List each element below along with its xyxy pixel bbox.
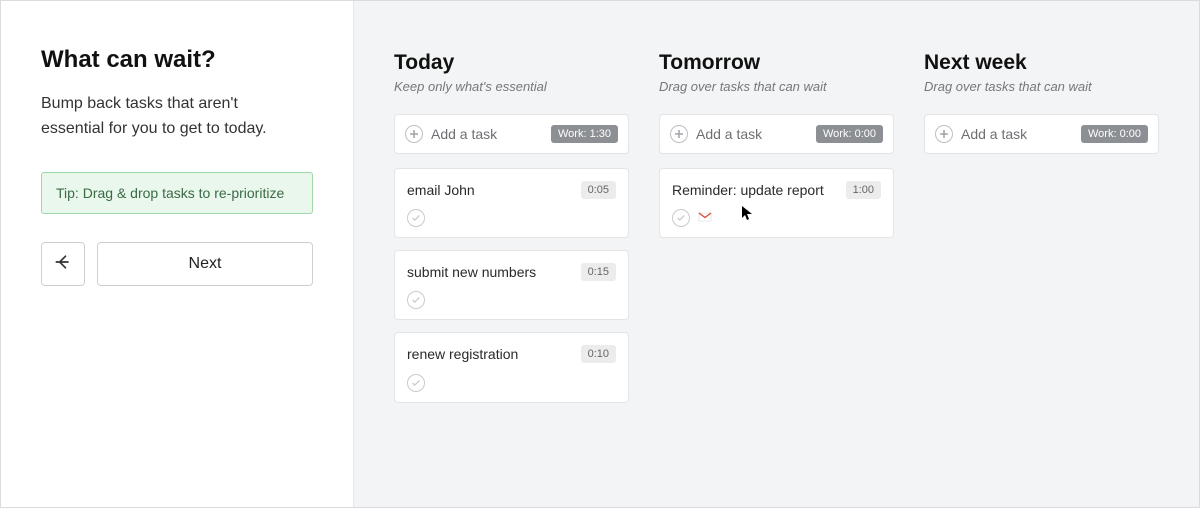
arrow-left-icon <box>53 252 73 275</box>
back-button[interactable] <box>41 242 85 286</box>
work-total-badge: Work: 0:00 <box>816 125 883 143</box>
nav-row: Next <box>41 242 313 286</box>
column-today: Today Keep only what's essential Add a t… <box>394 51 629 507</box>
add-task-row[interactable]: Add a task Work: 1:30 <box>394 114 629 154</box>
page-subtitle: Bump back tasks that aren't essential fo… <box>41 92 301 142</box>
columns-area: Today Keep only what's essential Add a t… <box>354 1 1199 507</box>
task-list: Reminder: update report 1:00 <box>659 168 894 250</box>
plus-circle-icon <box>405 125 423 143</box>
plus-circle-icon <box>670 125 688 143</box>
task-title: submit new numbers <box>407 263 536 281</box>
task-title: Reminder: update report <box>672 181 824 199</box>
task-title: email John <box>407 181 475 199</box>
column-subtitle: Drag over tasks that can wait <box>659 79 894 94</box>
column-next-week: Next week Drag over tasks that can wait … <box>924 51 1159 507</box>
task-duration-badge: 0:15 <box>581 263 616 281</box>
gmail-icon <box>698 209 712 227</box>
page-title: What can wait? <box>41 46 313 74</box>
work-total-badge: Work: 0:00 <box>1081 125 1148 143</box>
task-duration-badge: 1:00 <box>846 181 881 199</box>
add-task-label: Add a task <box>961 126 1073 142</box>
work-total-badge: Work: 1:30 <box>551 125 618 143</box>
column-heading: Today <box>394 51 629 75</box>
task-card[interactable]: submit new numbers 0:15 <box>394 250 629 320</box>
column-subtitle: Drag over tasks that can wait <box>924 79 1159 94</box>
task-card[interactable]: renew registration 0:10 <box>394 332 629 402</box>
plus-circle-icon <box>935 125 953 143</box>
task-title: renew registration <box>407 345 518 363</box>
check-circle-icon[interactable] <box>407 291 425 309</box>
column-subtitle: Keep only what's essential <box>394 79 629 94</box>
task-duration-badge: 0:05 <box>581 181 616 199</box>
check-circle-icon[interactable] <box>407 209 425 227</box>
tip-banner: Tip: Drag & drop tasks to re-prioritize <box>41 172 313 214</box>
next-button[interactable]: Next <box>97 242 313 286</box>
add-task-label: Add a task <box>431 126 543 142</box>
check-circle-icon[interactable] <box>407 374 425 392</box>
task-card[interactable]: Reminder: update report 1:00 <box>659 168 894 238</box>
task-list: email John 0:05 submit new numbers 0:15 rene… <box>394 168 629 415</box>
column-tomorrow: Tomorrow Drag over tasks that can wait A… <box>659 51 894 507</box>
add-task-row[interactable]: Add a task Work: 0:00 <box>924 114 1159 154</box>
task-card[interactable]: email John 0:05 <box>394 168 629 238</box>
app-frame: What can wait? Bump back tasks that aren… <box>0 0 1200 508</box>
column-heading: Tomorrow <box>659 51 894 75</box>
column-heading: Next week <box>924 51 1159 75</box>
task-duration-badge: 0:10 <box>581 345 616 363</box>
add-task-row[interactable]: Add a task Work: 0:00 <box>659 114 894 154</box>
left-panel: What can wait? Bump back tasks that aren… <box>1 1 354 507</box>
check-circle-icon[interactable] <box>672 209 690 227</box>
add-task-label: Add a task <box>696 126 808 142</box>
